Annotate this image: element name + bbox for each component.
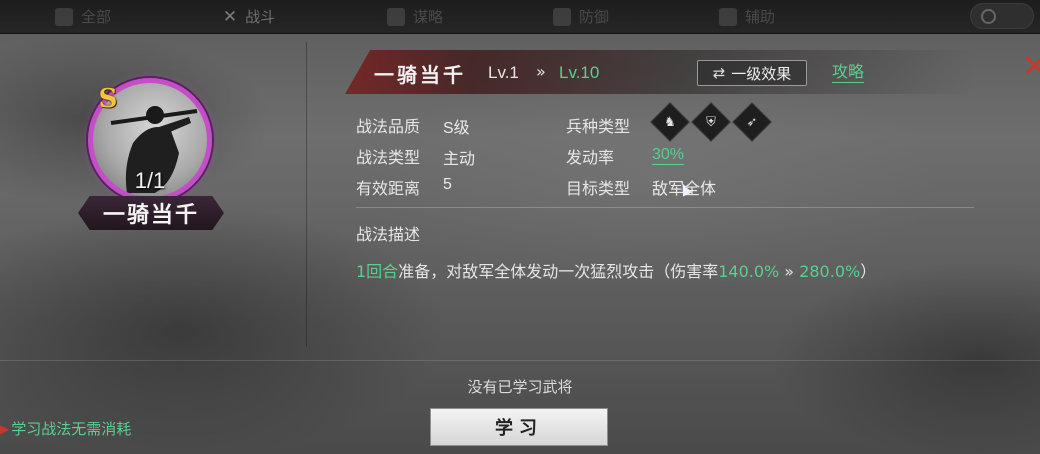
learn-cost-tip: ▶ 学习战法无需消耗 bbox=[0, 418, 131, 439]
swap-icon: ⇄ bbox=[712, 64, 726, 82]
range-value: 5 bbox=[443, 176, 452, 193]
search-icon bbox=[981, 8, 996, 24]
grade-badge: S bbox=[98, 84, 118, 114]
tab-all[interactable]: 全部 bbox=[0, 0, 166, 33]
desc-damage-from: 140.0% bbox=[718, 262, 780, 281]
strategy-icon bbox=[386, 7, 405, 26]
support-icon bbox=[718, 7, 737, 26]
level-effect-label: 一级效果 bbox=[731, 64, 792, 83]
crossed-swords-icon: ✕ bbox=[222, 6, 238, 27]
target-type-label: 目标类型 bbox=[566, 179, 631, 198]
learn-button[interactable]: 学习 bbox=[430, 408, 608, 446]
skill-name-banner: 一骑当千 bbox=[78, 196, 224, 230]
all-icon bbox=[54, 7, 73, 26]
tab-all-label: 全部 bbox=[80, 8, 111, 26]
desc-text-b: ） bbox=[860, 262, 877, 281]
skill-title: 一骑当千 bbox=[374, 63, 466, 87]
level-arrow: » bbox=[536, 62, 546, 81]
skill-description: 1回合准备，对敌军全体发动一次猛烈攻击（伤害率140.0% » 280.0%） bbox=[356, 258, 876, 282]
tab-support-label: 辅助 bbox=[744, 8, 775, 26]
activation-rate-label: 发动率 bbox=[566, 148, 615, 167]
section-separator bbox=[356, 207, 974, 208]
tab-combat-label: 战斗 bbox=[245, 8, 276, 26]
desc-text-a: 准备，对敌军全体发动一次猛烈攻击（伤害率 bbox=[398, 262, 719, 281]
type-value: 主动 bbox=[443, 151, 476, 168]
tab-defense[interactable]: 防御 bbox=[498, 0, 664, 33]
tab-strategy-label: 谋略 bbox=[412, 8, 443, 26]
level-effect-button[interactable]: ⇄ 一级效果 bbox=[697, 60, 807, 86]
learn-cost-tip-text: 学习战法无需消耗 bbox=[11, 420, 132, 438]
level-from: Lv.1 bbox=[488, 63, 519, 82]
troop-type-label: 兵种类型 bbox=[566, 117, 631, 136]
quality-label: 战法品质 bbox=[356, 117, 421, 136]
tab-support[interactable]: 辅助 bbox=[664, 0, 830, 33]
type-label: 战法类型 bbox=[356, 148, 421, 167]
defense-icon bbox=[552, 7, 571, 26]
tab-defense-label: 防御 bbox=[578, 8, 609, 26]
bottom-divider bbox=[0, 360, 1040, 361]
panel-divider-vertical bbox=[306, 42, 307, 347]
desc-arrow: » bbox=[779, 262, 800, 281]
close-icon[interactable]: ✕ bbox=[1022, 52, 1040, 82]
skill-count: 1/1 bbox=[134, 168, 166, 193]
desc-rounds: 1回合 bbox=[356, 262, 399, 281]
guide-link[interactable]: 攻略 bbox=[832, 62, 865, 83]
level-to: Lv.10 bbox=[559, 63, 600, 82]
search-button[interactable] bbox=[970, 3, 1034, 29]
description-title: 战法描述 bbox=[356, 225, 421, 244]
tip-arrow-icon: ▶ bbox=[0, 421, 10, 436]
desc-damage-to: 280.0% bbox=[799, 262, 861, 281]
no-learned-generals-text: 没有已学习武将 bbox=[467, 378, 573, 396]
range-label: 有效距离 bbox=[356, 179, 421, 198]
quality-value: S级 bbox=[443, 120, 470, 137]
activation-rate-value[interactable]: 30% bbox=[652, 145, 685, 165]
top-tab-bar: 全部 ✕ 战斗 谋略 防御 辅助 bbox=[0, 0, 1040, 34]
tab-combat[interactable]: ✕ 战斗 bbox=[166, 0, 332, 33]
tab-strategy[interactable]: 谋略 bbox=[332, 0, 498, 33]
